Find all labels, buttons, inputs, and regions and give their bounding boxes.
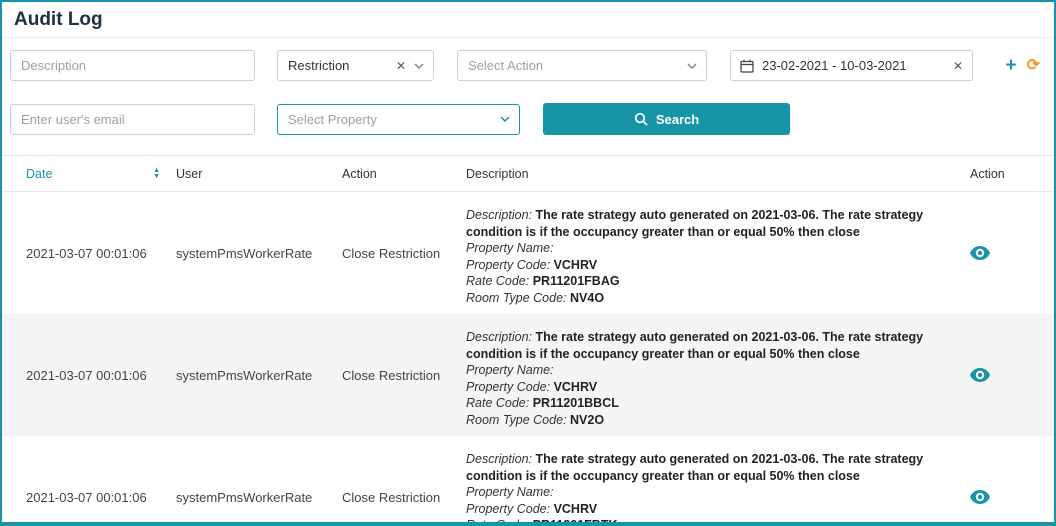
row-date: 2021-03-07 00:01:06: [26, 490, 176, 505]
column-header-date[interactable]: Date ▲ ▼: [26, 167, 176, 181]
property-name-label: Property Name:: [466, 485, 554, 499]
category-select-value: Restriction: [288, 58, 390, 73]
add-icon[interactable]: +: [1005, 56, 1016, 75]
table-body: 2021-03-07 00:01:06 systemPmsWorkerRate …: [2, 192, 1054, 526]
description-value: The rate strategy auto generated on 2021…: [466, 330, 923, 361]
column-header-row-action: Action: [962, 167, 1054, 181]
search-icon: [634, 112, 648, 126]
room-type-code-label: Room Type Code:: [466, 291, 567, 305]
user-email-input[interactable]: [10, 104, 255, 135]
view-details-icon[interactable]: [970, 490, 990, 504]
table-header: Date ▲ ▼ User Action Description Action: [2, 155, 1054, 192]
property-code-value: VCHRV: [554, 380, 598, 394]
filter-row-1: Restriction ✕ Select Action 23-02-2021 -…: [10, 50, 1044, 81]
category-select[interactable]: Restriction ✕: [277, 50, 434, 81]
sort-down-icon: ▼: [153, 174, 160, 180]
rate-code-label: Rate Code:: [466, 274, 529, 288]
sort-icon[interactable]: ▲ ▼: [153, 168, 160, 180]
property-name-label: Property Name:: [466, 241, 554, 255]
audit-log-page: Audit Log Restriction ✕ Select Action: [0, 0, 1056, 526]
property-code-value: VCHRV: [554, 258, 598, 272]
chevron-down-icon: [500, 116, 510, 122]
page-header: Audit Log: [2, 2, 1054, 38]
row-user: systemPmsWorkerRate: [176, 246, 342, 261]
description-label: Description:: [466, 208, 532, 222]
search-button[interactable]: Search: [543, 103, 790, 135]
view-details-icon[interactable]: [970, 246, 990, 260]
property-code-label: Property Code:: [466, 258, 550, 272]
table-row: 2021-03-07 00:01:06 systemPmsWorkerRate …: [2, 436, 1054, 526]
date-range-value: 23-02-2021 - 10-03-2021: [762, 58, 947, 73]
date-range-picker[interactable]: 23-02-2021 - 10-03-2021 ✕: [730, 50, 973, 81]
row-date: 2021-03-07 00:01:06: [26, 246, 176, 261]
row-view-cell: [962, 490, 1054, 504]
row-description: Description: The rate strategy auto gene…: [466, 436, 962, 526]
chevron-down-icon: [687, 63, 697, 69]
description-value: The rate strategy auto generated on 2021…: [466, 452, 923, 483]
page-title: Audit Log: [14, 9, 1042, 31]
table-row: 2021-03-07 00:01:06 systemPmsWorkerRate …: [2, 314, 1054, 436]
column-header-description: Description: [466, 167, 962, 181]
row-description: Description: The rate strategy auto gene…: [466, 314, 962, 436]
column-header-user: User: [176, 167, 342, 181]
column-header-action: Action: [342, 167, 466, 181]
room-type-code-label: Room Type Code:: [466, 413, 567, 427]
property-select[interactable]: Select Property: [277, 104, 520, 135]
property-code-value: VCHRV: [554, 502, 598, 516]
filter-row-2: Select Property Search: [10, 103, 1044, 135]
filter-panel: Restriction ✕ Select Action 23-02-2021 -…: [2, 38, 1054, 135]
property-code-label: Property Code:: [466, 502, 550, 516]
rate-code-value: PR11201BBCL: [533, 396, 619, 410]
row-user: systemPmsWorkerRate: [176, 368, 342, 383]
rate-code-value: PR11201FBAG: [533, 274, 620, 288]
rate-code-value: PR11201FBTK: [533, 518, 618, 526]
row-action: Close Restriction: [342, 368, 466, 383]
room-type-code-value: NV2O: [570, 413, 604, 427]
row-description: Description: The rate strategy auto gene…: [466, 192, 962, 314]
rate-code-label: Rate Code:: [466, 518, 529, 526]
search-button-label: Search: [656, 112, 699, 127]
row-user: systemPmsWorkerRate: [176, 490, 342, 505]
description-input[interactable]: [10, 50, 255, 81]
view-details-icon[interactable]: [970, 368, 990, 382]
chevron-down-icon: [414, 63, 424, 69]
table-row: 2021-03-07 00:01:06 systemPmsWorkerRate …: [2, 192, 1054, 314]
room-type-code-value: NV4O: [570, 291, 604, 305]
row-action: Close Restriction: [342, 246, 466, 261]
row-date: 2021-03-07 00:01:06: [26, 368, 176, 383]
row-view-cell: [962, 368, 1054, 382]
column-header-date-label: Date: [26, 167, 52, 181]
property-name-label: Property Name:: [466, 363, 554, 377]
clear-icon[interactable]: ✕: [953, 59, 963, 73]
action-select-placeholder: Select Action: [468, 58, 687, 73]
clear-icon[interactable]: ✕: [396, 59, 406, 73]
description-value: The rate strategy auto generated on 2021…: [466, 208, 923, 239]
description-label: Description:: [466, 330, 532, 344]
property-code-label: Property Code:: [466, 380, 550, 394]
calendar-icon: [740, 59, 754, 73]
row-action: Close Restriction: [342, 490, 466, 505]
row-view-cell: [962, 246, 1054, 260]
action-select[interactable]: Select Action: [457, 50, 707, 81]
property-select-placeholder: Select Property: [288, 112, 500, 127]
panel-actions: + ⟳: [1005, 56, 1044, 75]
refresh-icon[interactable]: ⟳: [1027, 58, 1040, 74]
description-label: Description:: [466, 452, 532, 466]
rate-code-label: Rate Code:: [466, 396, 529, 410]
